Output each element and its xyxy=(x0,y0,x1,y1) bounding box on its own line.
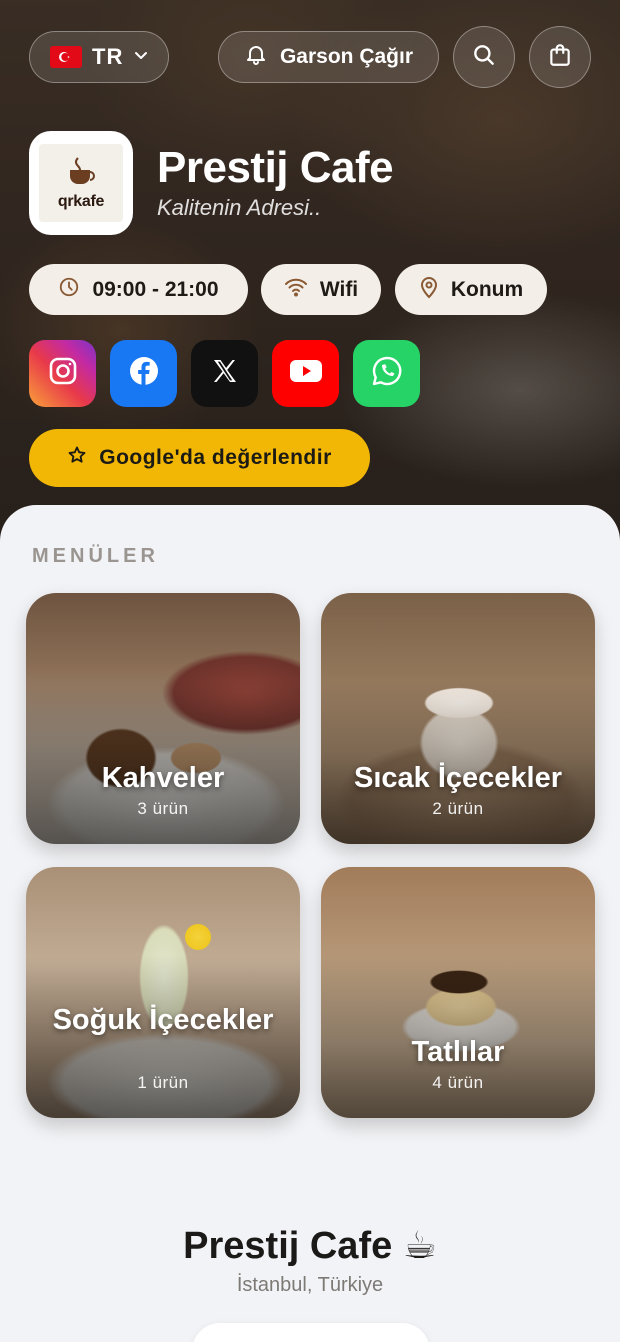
menu-card-count: 2 ürün xyxy=(432,799,484,818)
menu-card-tatlilar[interactable]: Tatlılar 4 ürün xyxy=(321,867,595,1118)
chevron-down-icon xyxy=(133,47,149,68)
footer-location: İstanbul, Türkiye xyxy=(236,1274,384,1296)
footer-cafe-name: Prestij Cafe ☕ xyxy=(183,1225,437,1267)
cafe-name: Prestij Cafe xyxy=(157,143,394,192)
star-icon xyxy=(67,445,87,471)
menu-card-title: Kahveler xyxy=(101,762,225,794)
wifi-label: Wifi xyxy=(319,277,359,301)
menu-card-title: Sıcak İçecekler xyxy=(353,762,562,794)
logo-text: qrkafe xyxy=(57,192,105,210)
youtube-button[interactable] xyxy=(272,340,339,407)
opening-hours-pill[interactable]: 09:00 - 21:00 xyxy=(29,264,248,315)
x-button[interactable] xyxy=(191,340,258,407)
footer-pill-button[interactable] xyxy=(192,1323,430,1342)
call-waiter-label: Garson Çağır xyxy=(279,45,414,68)
google-rate-button[interactable]: Google'da değerlendir xyxy=(29,429,370,487)
clock-icon xyxy=(58,276,80,304)
menus-section-title: MENÜLER xyxy=(32,545,159,567)
cart-button[interactable] xyxy=(529,26,591,88)
call-waiter-button[interactable]: Garson Çağır xyxy=(218,31,439,83)
instagram-icon xyxy=(47,355,79,392)
whatsapp-button[interactable] xyxy=(353,340,420,407)
bell-icon xyxy=(244,42,268,72)
menu-card-sicak-icecekler[interactable]: Sıcak İçecekler 2 ürün xyxy=(321,593,595,844)
google-rate-label: Google'da değerlendir xyxy=(99,446,332,469)
menu-card-kahveler[interactable]: Kahveler 3 ürün xyxy=(26,593,300,844)
search-icon xyxy=(471,42,497,73)
location-label: Konum xyxy=(450,277,524,301)
hero-header: TR Garson Çağır qrkafe Prestij Cafe Kali… xyxy=(0,0,620,560)
menu-card-count: 1 ürün xyxy=(137,1073,189,1092)
search-button[interactable] xyxy=(453,26,515,88)
opening-hours-label: 09:00 - 21:00 xyxy=(92,277,219,301)
coffee-cup-logo-icon xyxy=(64,156,98,191)
cafe-slogan: Kalitenin Adresi.. xyxy=(157,195,322,220)
location-pill[interactable]: Konum xyxy=(395,264,547,315)
whatsapp-icon xyxy=(370,354,404,393)
menu-card-count: 4 ürün xyxy=(432,1073,484,1092)
menu-card-title: Soğuk İçecekler xyxy=(52,1004,274,1036)
youtube-icon xyxy=(289,358,323,389)
wifi-pill[interactable]: Wifi xyxy=(261,264,381,315)
menu-card-soguk-icecekler[interactable]: Soğuk İçecekler 1 ürün xyxy=(26,867,300,1118)
menu-card-title: Tatlılar xyxy=(411,1036,505,1068)
instagram-button[interactable] xyxy=(29,340,96,407)
facebook-button[interactable] xyxy=(110,340,177,407)
cafe-logo: qrkafe xyxy=(29,131,133,235)
language-code: TR xyxy=(92,44,124,69)
x-icon xyxy=(210,356,240,391)
menu-card-count: 3 ürün xyxy=(137,799,189,818)
shopping-bag-icon xyxy=(547,42,573,73)
facebook-icon xyxy=(128,355,160,392)
turkey-flag-icon xyxy=(50,46,82,68)
map-pin-icon xyxy=(419,275,439,305)
language-selector[interactable]: TR xyxy=(29,31,169,83)
main-content: MENÜLER Kahveler 3 ürün Sıcak İçecekler … xyxy=(0,505,620,1342)
wifi-icon xyxy=(284,276,308,304)
